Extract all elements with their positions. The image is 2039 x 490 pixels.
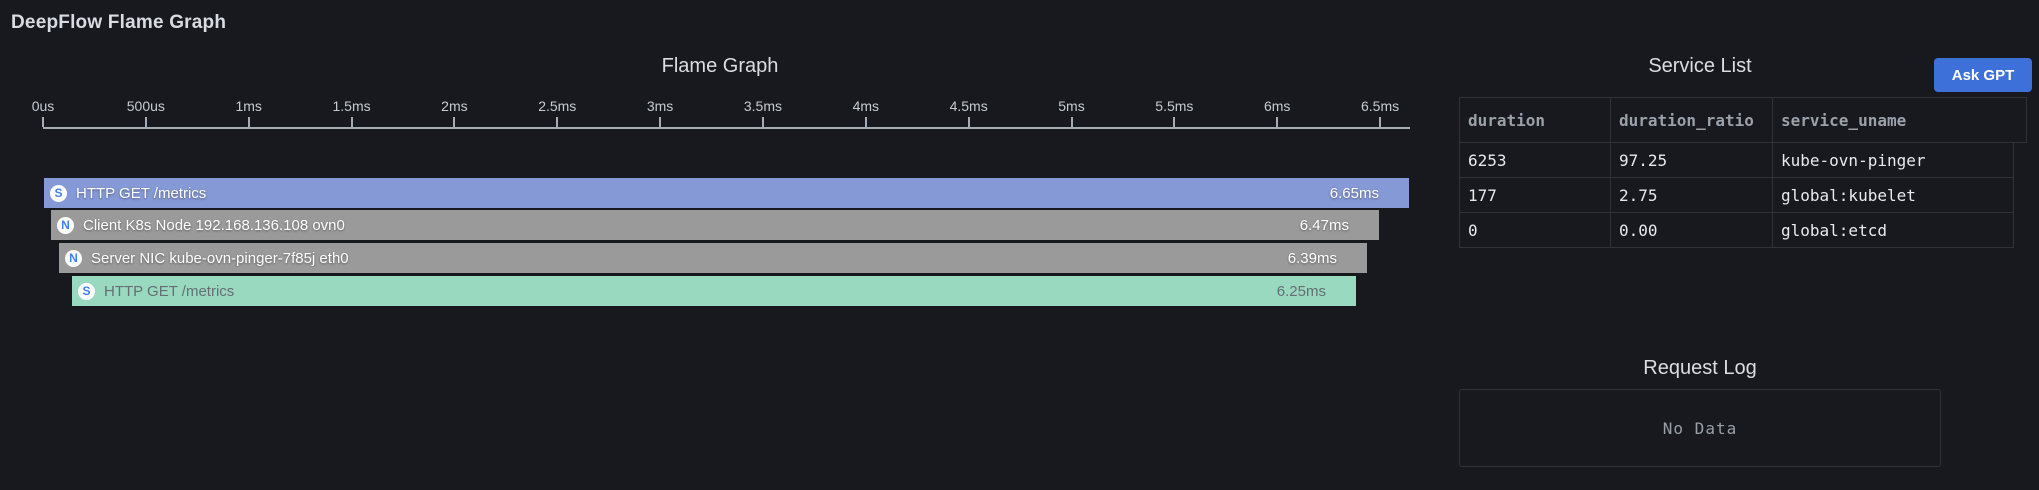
cell-duration: 6253 <box>1460 143 1611 177</box>
service-table-row[interactable]: 625397.25kube-ovn-pinger <box>1459 143 2014 178</box>
span-s-icon: S <box>50 185 67 202</box>
flame-bar[interactable]: S HTTP GET /metrics6.65ms <box>44 178 1409 208</box>
flame-bar-label: HTTP GET /metrics <box>76 185 1330 202</box>
service-table-row[interactable]: 00.00global:etcd <box>1459 213 2014 248</box>
flame-bar[interactable]: N Client K8s Node 192.168.136.108 ovn06.4… <box>51 210 1379 240</box>
page-title: DeepFlow Flame Graph <box>11 12 226 34</box>
axis-tick-mark <box>762 117 764 127</box>
axis-tick-mark <box>659 117 661 127</box>
axis-tick-label: 5.5ms <box>1129 98 1219 114</box>
axis-tick-label: 1.5ms <box>307 98 397 114</box>
axis-tick-label: 0us <box>0 98 88 114</box>
axis-tick-label: 1ms <box>204 98 294 114</box>
flame-bar-duration: 6.39ms <box>1288 250 1337 267</box>
cell-duration_ratio: 97.25 <box>1611 143 1773 177</box>
service-table-row[interactable]: 1772.75global:kubelet <box>1459 178 2014 213</box>
axis-tick-label: 2ms <box>409 98 499 114</box>
flame-bar-label: Client K8s Node 192.168.136.108 ovn0 <box>83 217 1300 234</box>
cell-duration_ratio: 2.75 <box>1611 178 1773 212</box>
flame-graph-title: Flame Graph <box>30 55 1410 78</box>
flame-bar-label: HTTP GET /metrics <box>104 283 1277 300</box>
cell-duration: 0 <box>1460 213 1611 247</box>
request-log-title: Request Log <box>1455 357 1945 380</box>
axis-tick-label: 4ms <box>821 98 911 114</box>
cell-duration: 177 <box>1460 178 1611 212</box>
cell-service_uname: global:etcd <box>1773 213 2013 247</box>
flame-bar-duration: 6.47ms <box>1300 217 1349 234</box>
axis-tick-mark <box>1276 117 1278 127</box>
axis-tick-label: 5ms <box>1027 98 1117 114</box>
network-n-icon: N <box>57 217 74 234</box>
service-list-table: durationduration_ratioservice_uname 6253… <box>1459 97 2027 248</box>
axis-tick-label: 6.5ms <box>1335 98 1425 114</box>
axis-tick-mark <box>865 117 867 127</box>
service-table-header: durationduration_ratioservice_uname <box>1459 97 2027 143</box>
flame-bar[interactable]: N Server NIC kube-ovn-pinger-7f85j eth06.… <box>59 243 1367 273</box>
axis-tick-mark <box>42 117 44 127</box>
service-list-title: Service List <box>1455 55 1945 78</box>
axis-tick-mark <box>556 117 558 127</box>
axis-tick-label: 4.5ms <box>924 98 1014 114</box>
axis-baseline <box>43 127 1410 129</box>
axis-tick-mark <box>1173 117 1175 127</box>
flame-bar[interactable]: S HTTP GET /metrics6.25ms <box>72 276 1356 306</box>
column-header-service_uname[interactable]: service_uname <box>1773 98 2026 142</box>
axis-tick-mark <box>1071 117 1073 127</box>
ask-gpt-button[interactable]: Ask GPT <box>1934 58 2032 92</box>
flame-bar-label: Server NIC kube-ovn-pinger-7f85j eth0 <box>91 250 1288 267</box>
axis-tick-label: 2.5ms <box>512 98 602 114</box>
axis-tick-mark <box>968 117 970 127</box>
column-header-duration_ratio[interactable]: duration_ratio <box>1611 98 1773 142</box>
cell-service_uname: global:kubelet <box>1773 178 2013 212</box>
axis-tick-label: 6ms <box>1232 98 1322 114</box>
request-log-empty-box: No Data <box>1459 389 1941 467</box>
service-table-body: 625397.25kube-ovn-pinger1772.75global:ku… <box>1459 143 2014 248</box>
axis-tick-label: 3ms <box>615 98 705 114</box>
flame-bar-duration: 6.65ms <box>1330 185 1379 202</box>
cell-service_uname: kube-ovn-pinger <box>1773 143 2013 177</box>
span-s-icon: S <box>78 283 95 300</box>
axis-tick-mark <box>453 117 455 127</box>
axis-tick-mark <box>145 117 147 127</box>
column-header-duration[interactable]: duration <box>1460 98 1611 142</box>
axis-tick-mark <box>351 117 353 127</box>
axis-tick-mark <box>248 117 250 127</box>
no-data-text: No Data <box>1663 419 1737 438</box>
axis-tick-label: 500us <box>101 98 191 114</box>
network-n-icon: N <box>65 250 82 267</box>
flame-bar-duration: 6.25ms <box>1277 283 1326 300</box>
cell-duration_ratio: 0.00 <box>1611 213 1773 247</box>
axis-tick-label: 3.5ms <box>718 98 808 114</box>
axis-tick-mark <box>1379 117 1381 127</box>
